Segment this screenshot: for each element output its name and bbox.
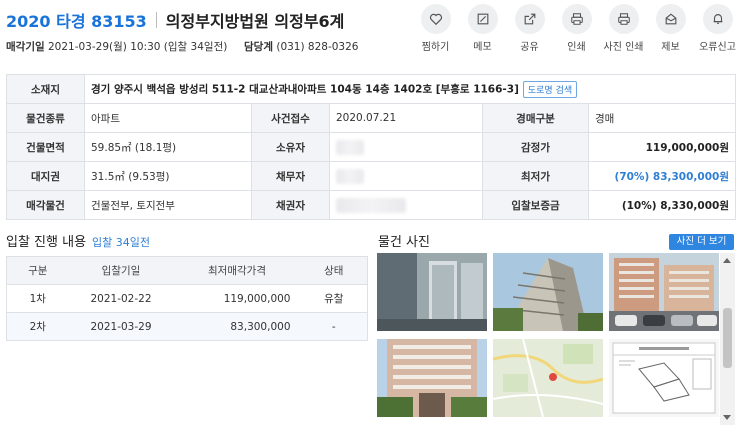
memo-button[interactable]: 메모 [459,4,506,53]
photo-scrollbar[interactable] [720,253,735,425]
case-header: 2020 타경 83153 의정부지방법원 의정부6계 [6,8,344,32]
scrollbar-thumb[interactable] [723,308,732,368]
row-price: 119,000,000 [173,284,301,313]
row-status: 유찰 [300,284,368,313]
more-photos-button[interactable]: 사진 더 보기 [669,234,734,250]
received-value: 2020.07.21 [329,103,483,133]
address-cell: 경기 양주시 백석읍 방성리 511-2 대교산과내아파트 104동 14층 1… [84,74,736,104]
building-area-value: 59.85㎡ (18.1평) [84,132,252,162]
received-label: 사건접수 [251,103,330,133]
row-status: - [300,312,368,341]
sale-date-value: 2021-03-29(월) 10:30 (입찰 34일전) [47,41,228,53]
owner-value [329,132,483,162]
photo-section-title: 물건 사진 [378,235,430,250]
favorite-button[interactable]: 찜하기 [412,4,459,53]
divider [155,12,157,28]
owner-label: 소유자 [251,132,330,162]
address-text: 경기 양주시 백석읍 방성리 511-2 대교산과내아파트 104동 14층 1… [91,83,519,95]
row-date: 2021-02-22 [68,284,174,313]
column-header-price: 최저매각가격 [173,256,301,285]
case-number: 2020 타경 83153 [6,12,147,31]
bid-title-text: 입찰 진행 내용 [6,235,87,250]
appraisal-label: 감정가 [482,132,589,162]
case-subinfo: 매각기일 2021-03-29(월) 10:30 (입찰 34일전) 담당계 (… [6,39,358,54]
column-header-status: 상태 [300,256,368,285]
location-label: 소재지 [6,74,85,104]
photo-thumbnail[interactable] [609,339,719,417]
auction-type-value: 경매 [588,103,736,133]
action-toolbar: 찜하기 메모 공유 인쇄 사진 인쇄 제보 오류신고 [412,4,741,53]
type-label: 물건종류 [6,103,85,133]
print-button[interactable]: 인쇄 [553,4,600,53]
photo-print-icon [617,13,630,25]
land-right-value: 31.5㎡ (9.53평) [84,161,252,191]
debtor-value [329,161,483,191]
memo-icon [477,13,488,25]
scroll-down-arrow-icon[interactable] [723,415,731,420]
report-button[interactable]: 제보 [647,4,694,53]
print-icon [570,13,583,25]
bid-history-table: 구분 입찰기일 최저매각가격 상태 1차 2021-02-22 119,000,… [6,256,368,341]
property-info-table: 소재지 경기 양주시 백석읍 방성리 511-2 대교산과내아파트 104동 1… [6,74,736,220]
contact-value: (031) 828-0326 [276,41,359,53]
road-name-search-button[interactable]: 도로명 검색 [522,80,578,98]
photo-thumbnail[interactable] [609,253,719,331]
minimum-price-value: (70%) 83,300,000원 [588,161,736,191]
sale-items-value: 건물전부, 토지전부 [84,190,252,220]
report-icon [665,13,676,25]
sale-date-label: 매각기일 [6,41,45,53]
scroll-up-arrow-icon[interactable] [723,258,731,263]
sale-items-label: 매각물건 [6,190,85,220]
building-area-label: 건물면적 [6,132,85,162]
contact-label: 담당계 [244,41,273,53]
heart-icon [429,13,442,26]
column-header-date: 입찰기일 [68,256,174,285]
creditor-value [329,190,483,220]
photo-thumbnail[interactable] [377,339,487,417]
share-button[interactable]: 공유 [506,4,553,53]
row-price: 83,300,000 [173,312,301,341]
bid-days-badge: 입찰 34일전 [92,236,151,249]
row-round: 1차 [6,284,69,313]
row-date: 2021-03-29 [68,312,174,341]
bell-icon [713,14,722,24]
land-right-label: 대지권 [6,161,85,191]
photo-thumbnail[interactable] [493,253,603,331]
debtor-label: 채무자 [251,161,330,191]
photo-gallery [377,253,735,425]
column-header-round: 구분 [6,256,69,285]
creditor-label: 채권자 [251,190,330,220]
deposit-label: 입찰보증금 [482,190,589,220]
share-icon [524,13,535,25]
auction-type-label: 경매구분 [482,103,589,133]
photo-thumbnail[interactable] [493,339,603,417]
bid-section-title: 입찰 진행 내용 입찰 34일전 [6,231,150,250]
photo-print-button[interactable]: 사진 인쇄 [600,4,647,53]
deposit-value: (10%) 8,330,000원 [588,190,736,220]
court-name: 의정부지방법원 의정부6계 [165,12,345,31]
type-value: 아파트 [84,103,252,133]
appraisal-value: 119,000,000원 [588,132,736,162]
table-row: 1차 2021-02-22 119,000,000 유찰 [6,284,368,313]
row-round: 2차 [6,312,69,341]
photo-thumbnail[interactable] [377,253,487,331]
minimum-price-label: 최저가 [482,161,589,191]
error-report-button[interactable]: 오류신고 [694,4,741,53]
table-row: 2차 2021-03-29 83,300,000 - [6,312,368,341]
